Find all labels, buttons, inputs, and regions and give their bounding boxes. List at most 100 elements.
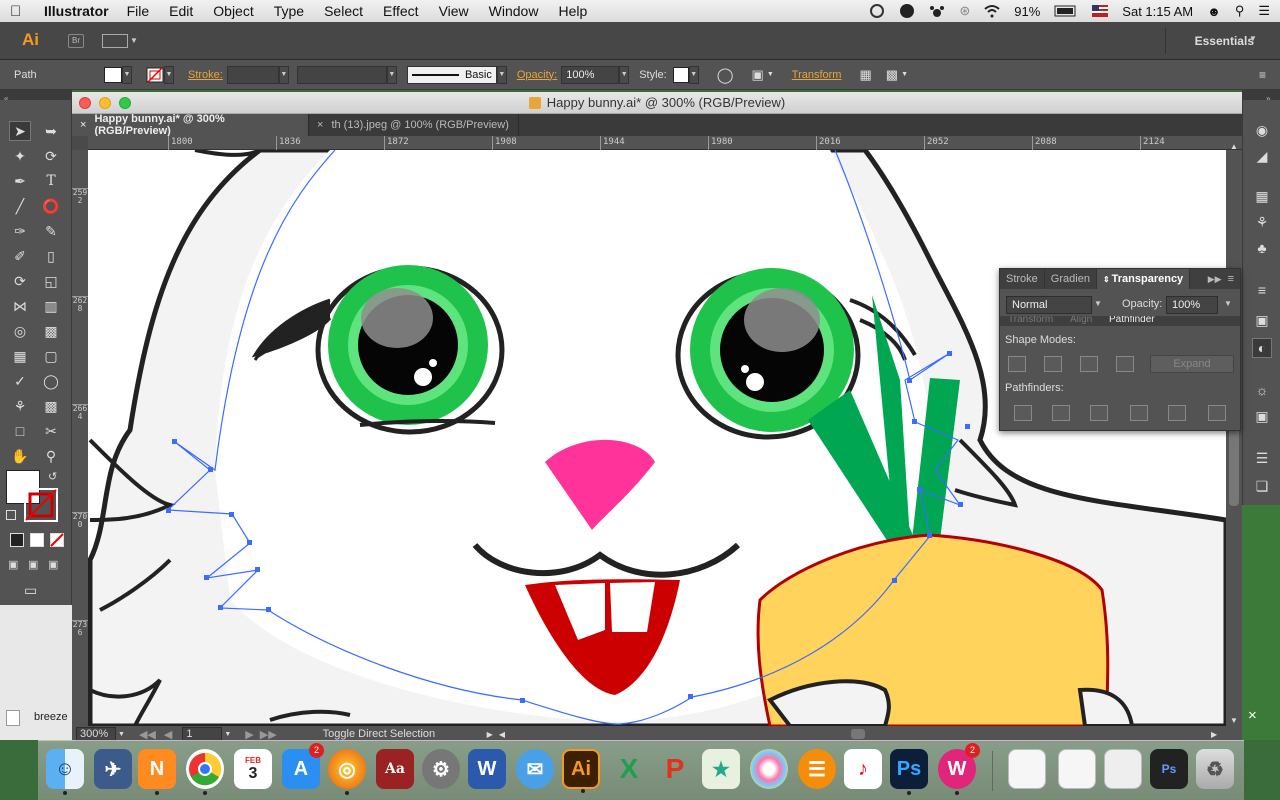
- menu-type[interactable]: Type: [274, 3, 304, 19]
- word-icon[interactable]: W: [468, 749, 506, 789]
- desktop-item-label[interactable]: breeze: [34, 711, 68, 723]
- last-artboard-icon[interactable]: ▶▶: [260, 728, 277, 741]
- us-flag-icon[interactable]: [1092, 4, 1109, 18]
- variable-width-profile[interactable]: [296, 65, 387, 84]
- rotate-tool-icon[interactable]: ⟳: [9, 271, 31, 291]
- perspective-grid-tool-icon[interactable]: ▦: [9, 346, 31, 366]
- calendar-icon[interactable]: FEB 3: [234, 749, 272, 789]
- eraser-tool-icon[interactable]: ▯: [40, 246, 62, 266]
- menu-help[interactable]: Help: [558, 3, 587, 19]
- dock-collapse-bar[interactable]: »: [1242, 90, 1280, 103]
- menu-file[interactable]: File: [127, 3, 150, 19]
- scroll-down-icon[interactable]: ▼: [1230, 716, 1238, 725]
- artboard-number-field[interactable]: 1: [182, 727, 223, 741]
- close-window-button[interactable]: [79, 97, 91, 109]
- scroll-right-icon[interactable]: ▶: [1211, 730, 1217, 739]
- envelope-chevron-icon[interactable]: ▼: [901, 71, 908, 78]
- close-tab-icon[interactable]: ×: [80, 119, 86, 131]
- blob-brush-tool-icon[interactable]: ✐: [9, 246, 31, 266]
- artboard-canvas[interactable]: [88, 150, 1226, 726]
- messenger-icon[interactable]: [899, 4, 915, 18]
- recent-files-stack-icon[interactable]: [1104, 749, 1142, 789]
- hand-tool-icon[interactable]: ✋: [9, 446, 31, 466]
- blend-tool-icon[interactable]: ◯: [40, 371, 62, 391]
- control-panel-menu-icon[interactable]: ≡: [1259, 68, 1266, 82]
- finder-icon[interactable]: ☺: [46, 749, 84, 795]
- creative-cloud-icon[interactable]: [869, 4, 885, 18]
- tab-happy-bunny[interactable]: × Happy bunny.ai* @ 300% (RGB/Preview): [72, 113, 309, 137]
- layers-panel-icon[interactable]: ☰: [1252, 448, 1272, 468]
- zoom-window-button[interactable]: [119, 97, 131, 109]
- wps-office-icon[interactable]: W2: [938, 743, 980, 795]
- fill-dropdown[interactable]: ▼: [122, 65, 132, 84]
- draw-inside-icon[interactable]: ▣: [48, 558, 58, 571]
- graphic-style-dropdown[interactable]: ▼: [688, 65, 699, 84]
- preview-viewer-icon[interactable]: ★: [702, 749, 740, 789]
- zoom-tool-icon[interactable]: ⚲: [40, 446, 62, 466]
- excel-icon[interactable]: X: [610, 749, 648, 789]
- ibooks-icon[interactable]: ☰: [798, 749, 836, 789]
- status-text[interactable]: Toggle Direct Selection: [323, 728, 487, 740]
- minus-front-button[interactable]: [1044, 356, 1062, 372]
- ruler-origin[interactable]: [72, 136, 88, 150]
- crop-button[interactable]: [1130, 405, 1148, 421]
- app-store-icon[interactable]: A2: [282, 743, 324, 789]
- photoshop-icon[interactable]: Ps: [890, 749, 928, 795]
- close-icon[interactable]: ×: [1248, 707, 1257, 724]
- variable-width-dropdown[interactable]: ▼: [386, 65, 397, 84]
- screenshot-stack-icon[interactable]: Ps: [1150, 749, 1188, 789]
- opacity-field[interactable]: 100%: [561, 65, 620, 84]
- opacity-field[interactable]: 100%: [1166, 296, 1218, 314]
- next-artboard-icon[interactable]: ▶: [245, 728, 253, 741]
- menu-window[interactable]: Window: [489, 3, 539, 19]
- default-colors-icon[interactable]: [6, 510, 16, 520]
- shape-builder-tool-icon[interactable]: ◎: [9, 321, 31, 341]
- stroke-panel-icon[interactable]: ≡: [1252, 280, 1272, 300]
- opacity-chevron-icon[interactable]: ▼: [1224, 299, 1232, 308]
- divide-button[interactable]: [1014, 405, 1032, 421]
- notification-center-icon[interactable]: ☰: [1258, 3, 1270, 19]
- stroke-label[interactable]: Stroke:: [188, 69, 223, 81]
- zoom-field[interactable]: 300%: [76, 727, 116, 741]
- symbol-sprayer-tool-icon[interactable]: ⚘: [9, 396, 31, 416]
- stroke-dropdown[interactable]: ▼: [164, 65, 174, 84]
- tab-transparency[interactable]: ⇕ Transparency: [1096, 269, 1191, 289]
- swap-fill-stroke-icon[interactable]: ↺: [48, 470, 57, 483]
- battery-icon[interactable]: [1054, 4, 1078, 18]
- align-chevron-icon[interactable]: ▼: [767, 71, 774, 78]
- panel-collapse-icon[interactable]: ▶▶: [1208, 274, 1222, 285]
- intersect-button[interactable]: [1080, 356, 1098, 372]
- panel-options-icon[interactable]: ⇕: [1103, 275, 1110, 284]
- color-panel-icon[interactable]: ◉: [1252, 120, 1272, 140]
- photos-icon[interactable]: [750, 749, 788, 789]
- horizontal-ruler[interactable]: 1800 1836 1872 1908 1944 1980 2016 2052 …: [88, 136, 1242, 150]
- opacity-label[interactable]: Opacity:: [517, 69, 557, 81]
- transparency-panel-icon[interactable]: ◐: [1252, 338, 1272, 358]
- fill-swatch[interactable]: [104, 66, 122, 83]
- menu-view[interactable]: View: [439, 3, 469, 19]
- minus-back-button[interactable]: [1208, 405, 1226, 421]
- lasso-tool-icon[interactable]: ⟳: [40, 146, 62, 166]
- workspace-chevron-icon[interactable]: ▼: [1249, 34, 1257, 43]
- exclude-button[interactable]: [1116, 356, 1134, 372]
- slice-tool-icon[interactable]: ✂: [40, 421, 62, 441]
- scroll-up-icon[interactable]: ▲: [1230, 142, 1238, 151]
- pen-tool-icon[interactable]: ✒: [9, 171, 31, 191]
- close-tab-icon[interactable]: ×: [317, 119, 323, 131]
- recolor-artwork-icon[interactable]: ◯: [717, 66, 734, 84]
- illustrator-dock-icon[interactable]: Ai: [562, 749, 600, 793]
- symbols-panel-icon[interactable]: ♣: [1252, 238, 1272, 258]
- arrange-documents-icon[interactable]: [102, 33, 128, 48]
- draw-behind-icon[interactable]: ▣: [28, 558, 38, 571]
- zoom-dropdown-icon[interactable]: ▼: [118, 731, 125, 738]
- type-tool-icon[interactable]: T: [40, 171, 62, 191]
- artboard-dropdown-icon[interactable]: ▼: [224, 731, 231, 738]
- graphic-styles-panel-icon[interactable]: ▣: [1252, 406, 1272, 426]
- stroke-weight-dropdown[interactable]: ▼: [278, 65, 289, 84]
- gradient-mode-icon[interactable]: [30, 533, 44, 547]
- artboards-panel-icon[interactable]: ❏: [1252, 476, 1272, 496]
- width-tool-icon[interactable]: ⋈: [9, 296, 31, 316]
- isolate-selected-icon[interactable]: ▦: [859, 67, 871, 83]
- tools-collapse-bar[interactable]: «: [0, 90, 72, 103]
- ellipse-tool-icon[interactable]: ⭕: [40, 196, 62, 216]
